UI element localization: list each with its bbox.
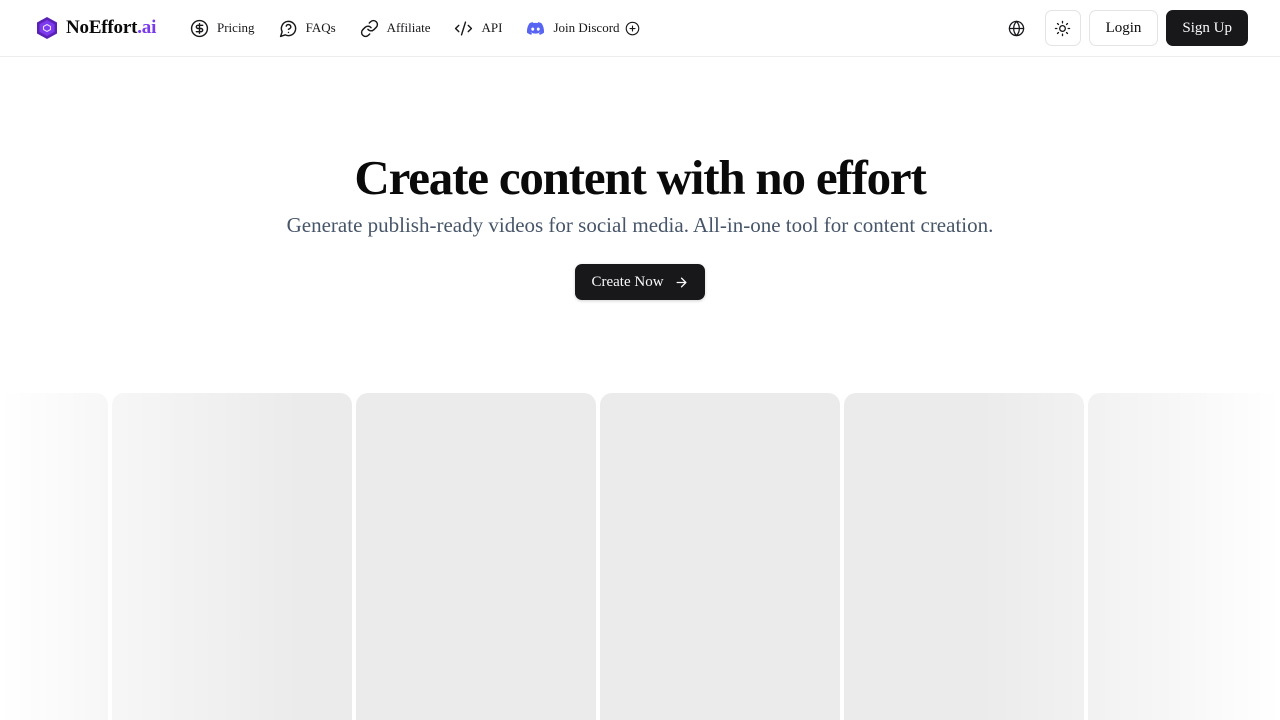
top-navbar: NoEffort.ai Pricing FAQs Affiliate API J… <box>0 0 1280 57</box>
hero-subtitle: Generate publish-ready videos for social… <box>286 213 994 237</box>
globe-icon <box>1008 20 1025 36</box>
nav-item-label: Affiliate <box>386 20 431 35</box>
nav-item-label: Join Discord <box>553 20 620 35</box>
question-bubble-icon <box>279 20 296 37</box>
video-placeholder-card <box>1088 393 1280 720</box>
brand-name: NoEffort.ai <box>66 17 156 39</box>
nav-item-api[interactable]: API <box>454 19 502 38</box>
nav-item-faqs[interactable]: FAQs <box>279 19 336 38</box>
discord-icon <box>527 21 545 35</box>
nav-item-label: Pricing <box>217 20 255 35</box>
brand-tld: .ai <box>137 17 157 38</box>
signup-button[interactable]: Sign Up <box>1166 10 1248 46</box>
nav-item-label: FAQs <box>305 20 336 35</box>
arrow-right-icon <box>676 277 687 287</box>
video-placeholder-card <box>844 393 1084 720</box>
login-button[interactable]: Login <box>1088 10 1159 46</box>
theme-toggle-button[interactable] <box>1044 10 1081 46</box>
nav-item-pricing[interactable]: Pricing <box>190 19 255 38</box>
video-placeholder-card <box>600 393 840 720</box>
nav-item-label: API <box>481 20 503 35</box>
create-now-label: Create Now <box>591 273 664 290</box>
video-placeholder-card <box>112 393 352 720</box>
nav-item-affiliate[interactable]: Affiliate <box>360 19 431 38</box>
video-gallery <box>0 393 1280 720</box>
code-icon <box>455 20 473 36</box>
brand-logo-link[interactable]: NoEffort.ai <box>36 16 156 40</box>
video-placeholder-card <box>356 393 596 720</box>
hexagon-logo-icon <box>37 17 57 39</box>
nav-item-join-discord[interactable]: Join Discord <box>526 19 639 38</box>
link-icon <box>360 19 378 37</box>
video-placeholder-card <box>0 393 108 720</box>
hero-title: Create content with no effort <box>354 150 926 205</box>
sun-icon <box>1054 20 1071 36</box>
header-actions: Login Sign Up <box>999 10 1248 46</box>
create-now-button[interactable]: Create Now <box>575 264 705 300</box>
dollar-circle-icon <box>190 19 209 37</box>
language-button[interactable] <box>999 10 1035 46</box>
main-nav: Pricing FAQs Affiliate API Join Discord <box>190 16 664 40</box>
plus-circle-icon <box>625 21 639 35</box>
brand-name-text: NoEffort <box>66 17 138 38</box>
hero-section: Create content with no effort Generate p… <box>0 148 1280 300</box>
